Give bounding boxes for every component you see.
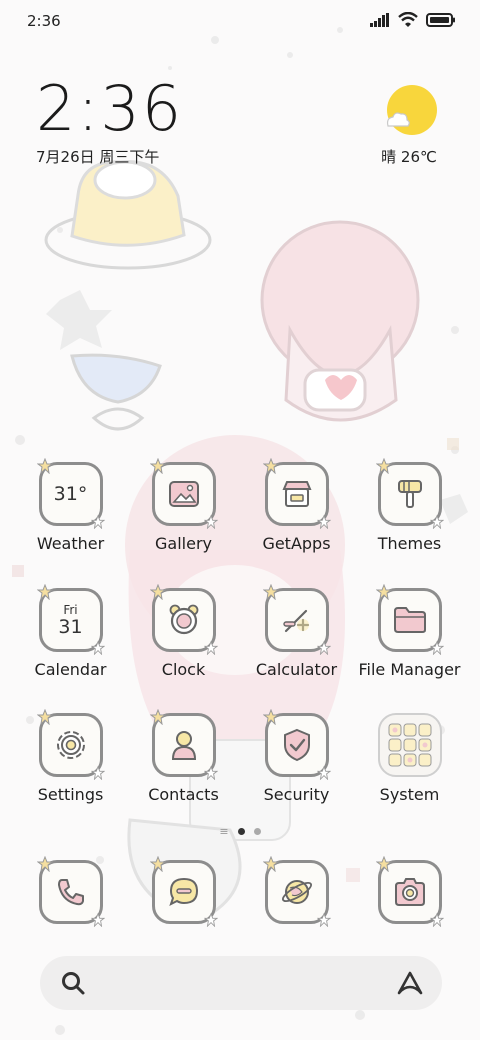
weather-temp: 晴 26℃ [381, 148, 437, 166]
clock-widget-time: 2:36 [36, 72, 184, 145]
app-getapps[interactable]: GetApps [240, 458, 353, 553]
app-label: Gallery [155, 534, 212, 553]
phone-icon [36, 856, 105, 927]
browser-icon [262, 856, 331, 927]
getapps-icon [262, 458, 331, 529]
app-system-folder[interactable]: System [353, 713, 466, 804]
app-security[interactable]: Security [240, 709, 353, 804]
app-folder-icon [377, 713, 442, 777]
dock-browser[interactable] [240, 856, 353, 927]
battery-icon [426, 12, 455, 27]
dock-camera[interactable] [353, 856, 466, 927]
app-contacts[interactable]: Contacts [127, 709, 240, 804]
signal-icon [370, 12, 389, 27]
app-label: Clock [161, 660, 206, 679]
app-themes[interactable]: Themes [353, 458, 466, 553]
app-label: System [379, 785, 440, 804]
search-bar[interactable] [40, 956, 442, 1010]
page-dot-active [237, 828, 245, 835]
app-label: Calculator [255, 660, 338, 679]
app-label: File Manager [358, 660, 461, 679]
clock-icon [149, 584, 218, 655]
sunny-icon [386, 85, 437, 135]
gear-icon [36, 709, 105, 780]
folder-icon [375, 584, 444, 655]
weather-widget[interactable]: 晴 26℃ [374, 84, 444, 167]
app-label: GetApps [262, 534, 331, 553]
dock-messages[interactable] [127, 856, 240, 927]
calendar-day-name: Fri [63, 602, 78, 617]
app-calendar[interactable]: Fri 31 Calendar [14, 584, 127, 679]
shield-icon [262, 709, 331, 780]
dock [14, 856, 466, 927]
app-file-manager[interactable]: File Manager [353, 584, 466, 679]
app-calculator[interactable]: Calculator [240, 584, 353, 679]
weather-icon-glyph: 31° [53, 483, 88, 505]
app-row-2: Fri 31 Calendar Clock Calculator File Ma… [14, 584, 466, 679]
clock-widget-date: 7月26日 周三下午 [36, 148, 160, 166]
app-settings[interactable]: Settings [14, 709, 127, 804]
feed-page-icon: ≡ [219, 825, 229, 838]
dock-phone[interactable] [14, 856, 127, 927]
page-dot [253, 828, 261, 835]
messages-icon [149, 856, 218, 927]
contacts-icon [149, 709, 218, 780]
search-icon[interactable] [60, 970, 86, 996]
status-bar: 2:36 [0, 0, 480, 44]
camera-icon [375, 856, 444, 927]
calculator-icon [262, 584, 331, 655]
status-time: 2:36 [27, 12, 61, 30]
gallery-icon [149, 458, 218, 529]
wifi-icon [398, 12, 418, 27]
app-label: Weather [36, 534, 105, 553]
app-row-3: Settings Contacts Security System [14, 709, 466, 804]
calendar-day-number: 31 [58, 615, 83, 638]
page-indicator[interactable]: ≡ [0, 826, 480, 837]
app-label: Contacts [148, 785, 219, 804]
app-label: Calendar [34, 660, 107, 679]
app-label: Settings [37, 785, 104, 804]
app-gallery[interactable]: Gallery [127, 458, 240, 553]
app-row-1: 31° Weather Gallery GetApps Themes [14, 458, 466, 553]
app-label: Security [263, 785, 330, 804]
app-weather[interactable]: 31° Weather [14, 458, 127, 553]
clock-widget[interactable]: 2:36 7月26日 周三下午 [36, 76, 183, 167]
weather-icon: 31° [36, 458, 105, 529]
themes-icon [375, 458, 444, 529]
calendar-icon: Fri 31 [36, 584, 105, 655]
assistant-icon[interactable] [396, 970, 424, 996]
app-label: Themes [377, 534, 442, 553]
app-clock[interactable]: Clock [127, 584, 240, 679]
